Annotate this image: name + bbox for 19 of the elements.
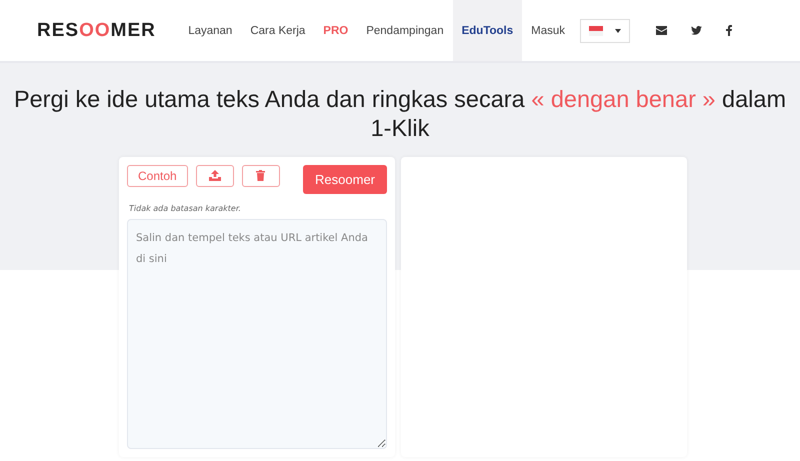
logo[interactable]: RESOOMER: [37, 20, 156, 42]
upload-icon: [208, 170, 221, 182]
nav-link[interactable]: Pendampingan: [357, 0, 453, 61]
twitter-icon[interactable]: [691, 26, 702, 35]
delete-button[interactable]: [242, 164, 280, 187]
facebook-icon[interactable]: [726, 25, 732, 36]
nav-link[interactable]: Layanan: [179, 0, 242, 61]
nav-link[interactable]: Cara Kerja: [241, 0, 314, 61]
language-dropdown[interactable]: [580, 18, 630, 42]
mail-icon[interactable]: [656, 26, 667, 35]
text-input-field[interactable]: Salin dan tempel teks atau URL artikel Anda di sini: [127, 218, 387, 449]
nav-link[interactable]: Masuk: [522, 0, 574, 61]
upload-button[interactable]: [196, 164, 234, 187]
trash-icon: [256, 170, 266, 182]
headline: Pergi ke ide utama teks Anda dan ringkas secara « dengan benar » dalam 1-Klik: [12, 85, 788, 144]
caret-icon: [615, 28, 621, 32]
nav-link[interactable]: EduTools: [452, 0, 522, 61]
character-limit-note: Tidak ada batasan karakter.: [129, 204, 242, 213]
flag-icon: [589, 26, 603, 36]
